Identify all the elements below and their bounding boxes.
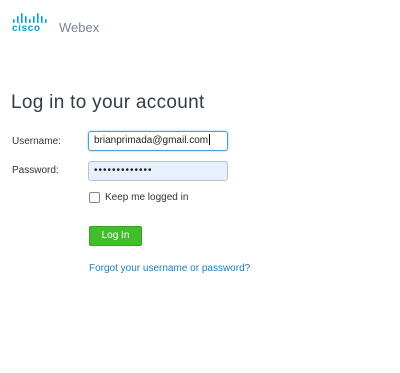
- cisco-wordmark: cisco: [12, 23, 41, 34]
- login-page: cisco Webex Log in to your account Usern…: [0, 0, 400, 373]
- forgot-credentials-link[interactable]: Forgot your username or password?: [89, 263, 250, 274]
- password-label: Password:: [12, 165, 59, 176]
- page-title: Log in to your account: [11, 92, 205, 113]
- username-value: brianprimada@gmail.com: [94, 135, 209, 146]
- cisco-bridge-icon: [13, 13, 47, 23]
- login-button[interactable]: Log In: [89, 226, 142, 246]
- username-label: Username:: [12, 136, 61, 147]
- text-caret: [209, 134, 211, 145]
- keep-logged-in-checkbox[interactable]: [89, 192, 100, 203]
- password-input[interactable]: •••••••••••••: [88, 161, 228, 181]
- keep-logged-in[interactable]: Keep me logged in: [89, 192, 188, 203]
- cisco-logo: cisco: [12, 13, 50, 34]
- cisco-webex-logo: cisco Webex: [12, 12, 99, 34]
- keep-logged-in-label[interactable]: Keep me logged in: [105, 192, 188, 203]
- password-value: •••••••••••••: [94, 165, 153, 176]
- webex-wordmark: Webex: [59, 20, 100, 35]
- username-input[interactable]: brianprimada@gmail.com: [88, 131, 228, 151]
